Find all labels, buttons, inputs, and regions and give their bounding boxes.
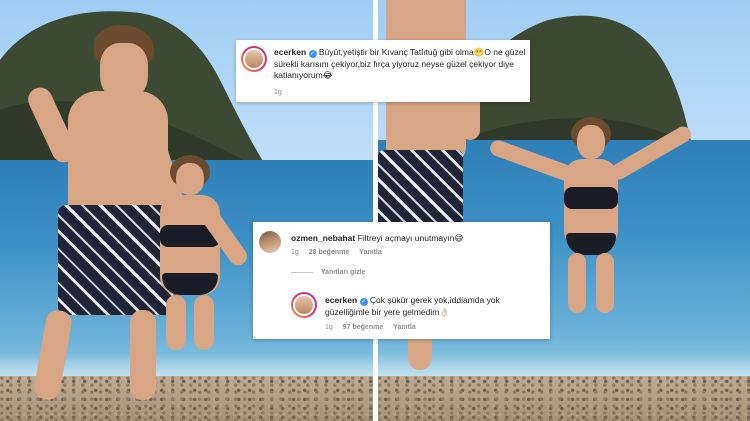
woman-figure bbox=[138, 155, 251, 355]
avatar[interactable] bbox=[241, 46, 267, 72]
hide-replies-toggle[interactable]: Yanıtları gizle bbox=[291, 269, 366, 276]
likes-count[interactable]: 28 beğenme bbox=[309, 249, 349, 256]
verified-badge-icon: ✓ bbox=[308, 50, 317, 58]
comment-thread-card: ozmen_nebahat Filtreyi açmayı unutmayın😄… bbox=[253, 222, 550, 339]
pebble-beach bbox=[378, 376, 750, 421]
reply-button[interactable]: Yanıtla bbox=[393, 324, 416, 331]
comment-time: 1g bbox=[291, 249, 299, 256]
comment-text: Filtreyi açmayı unutmayın😄 bbox=[357, 233, 464, 243]
reply-username[interactable]: ecerken bbox=[325, 295, 357, 305]
comment-username[interactable]: ozmen_nebahat bbox=[291, 233, 355, 243]
reply-button[interactable]: Yanıtla bbox=[359, 249, 382, 256]
hide-replies-label: Yanıtları gizle bbox=[320, 269, 366, 276]
replies-line bbox=[291, 271, 313, 273]
avatar[interactable] bbox=[291, 292, 317, 318]
collage: ecerken ✓ Büyüt,yetiştir bir Kıvanç Tatl… bbox=[0, 0, 750, 421]
comment-time: 1g bbox=[274, 89, 282, 96]
likes-count[interactable]: 97 beğenme bbox=[343, 324, 383, 331]
comment-username[interactable]: ecerken bbox=[274, 47, 306, 57]
verified-badge-icon: ✓ bbox=[359, 298, 368, 306]
avatar[interactable] bbox=[259, 231, 281, 253]
reply-time: 1g bbox=[325, 324, 333, 331]
comment-card: ecerken ✓ Büyüt,yetiştir bir Kıvanç Tatl… bbox=[236, 40, 530, 102]
